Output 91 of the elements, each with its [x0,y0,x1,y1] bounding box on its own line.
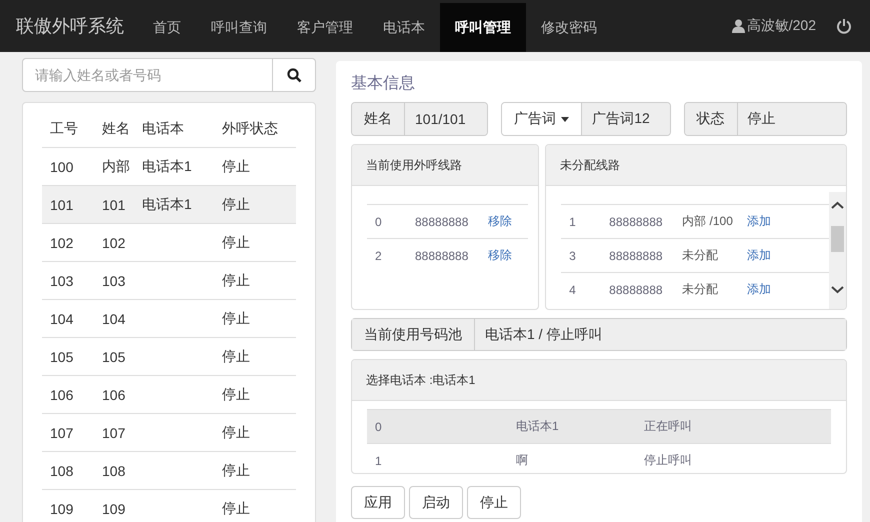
table-cell-text: 88888888 [415,248,470,262]
add-link[interactable]: 添加 [747,213,772,230]
table-cell-text: 108 [102,462,126,478]
agent-row[interactable]: 103 103 停止 [42,261,296,299]
column-header: 外呼状态 [222,120,279,138]
table-cell-text: 104 [102,310,126,326]
table-cell-text: 107 [50,424,74,440]
table-cell-text: 0 [375,420,383,434]
table-cell-text: 停止 [222,310,251,328]
section-title: 基本信息 [351,74,416,94]
search-field[interactable]: 请输入姓名或者号码 [22,58,273,92]
table-cell-text: 停止 [222,386,251,404]
column-header: 电话本 [142,120,185,138]
agent-row[interactable]: 104 104 停止 [42,299,296,337]
table-cell-text: 啊 [516,452,529,470]
table-cell-text: 107 [102,424,126,440]
table-cell-text: 102 [102,234,126,250]
add-link[interactable]: 添加 [747,247,772,264]
table-cell-text: 105 [50,348,74,364]
nav-tab[interactable]: 客户管理 [282,3,368,52]
table-cell-text: 103 [50,272,74,288]
table-cell-text: 88888888 [609,282,664,296]
table-cell-text: 101 [102,196,126,212]
table-cell-text: 停止 [222,462,251,480]
remove-link[interactable]: 移除 [488,213,512,230]
nav-tab[interactable]: 呼叫管理 [440,3,526,52]
table-cell-text: 电话本1 [142,158,193,176]
table-cell-text: 106 [102,386,126,402]
table-cell-text: 88888888 [609,248,664,262]
table-cell-text: 停止 [222,234,251,252]
table-cell-text: 101 [50,196,74,212]
table-cell-text: 105 [102,348,126,364]
table-cell-text: 停止呼叫 [644,452,693,470]
app-title: 联傲外呼系统 [15,15,125,38]
agent-row[interactable]: 101 101 电话本1 停止 [42,185,296,223]
column-header: 姓名 [102,120,131,138]
agent-row[interactable]: 105 105 停止 [42,337,296,375]
table-cell-text: 2 [374,248,383,262]
table-cell-text: 4 [568,282,577,296]
table-cell-text: 停止 [222,272,251,290]
table-cell-text: 104 [50,310,74,326]
nav-tab[interactable]: 呼叫查询 [196,3,282,52]
agent-row[interactable]: 109 109 停止 [42,489,296,522]
table-cell-text: 停止 [222,158,251,176]
table-cell-text: 停止 [222,424,251,442]
table-cell-text: 0 [374,214,383,228]
nav-tab[interactable]: 电话本 [368,3,440,52]
table-cell-text: 正在呼叫 [644,418,693,436]
table-cell-text: 102 [50,234,74,250]
table-cell-text: 电话本1 [516,418,560,436]
agent-row[interactable]: 106 106 停止 [42,375,296,413]
panel-title: 选择电话本 :电话本1 [366,372,476,389]
table-cell-text: 100 [50,158,74,174]
add-link[interactable]: 添加 [747,281,772,298]
column-header: 工号 [50,120,79,138]
user-icon [732,19,745,33]
table-cell-text: 103 [102,272,126,288]
table-cell-text: 109 [102,500,126,516]
table-cell-text: 1 [568,214,577,228]
table-cell-text: 停止 [222,196,251,214]
phonebook-row[interactable]: 0 电话本1 正在呼叫 [367,409,831,444]
table-cell-text: 106 [50,386,74,402]
table-cell-text: 88888888 [415,214,470,228]
table-cell-text: 3 [568,248,577,262]
search-button[interactable] [273,58,316,92]
action-button[interactable]: 停止 [467,486,521,519]
table-cell-text: 未分配 [682,247,720,264]
agent-row[interactable]: 107 107 停止 [42,413,296,451]
nav-tab[interactable]: 修改密码 [526,3,612,52]
nav-tab[interactable]: 首页 [138,3,196,52]
table-cell-text: 108 [50,462,74,478]
user-menu[interactable]: 高波敏/202 [732,0,836,52]
power-icon[interactable] [836,18,852,34]
table-cell-text: 电话本1 [142,196,193,214]
table-cell-text: 停止 [222,500,251,518]
action-button[interactable]: 应用 [351,486,405,519]
action-button[interactable]: 启动 [409,486,463,519]
table-cell-text: 1 [375,454,383,468]
phonebook-row[interactable]: 1 啊 停止呼叫 [367,443,831,473]
panel-title: 未分配线路 [560,156,620,174]
panel-title: 当前使用外呼线路 [366,156,462,174]
table-cell-text: 内部 /100 [682,213,734,230]
agent-row[interactable]: 108 108 停止 [42,451,296,489]
table-cell-text: 停止 [222,348,251,366]
remove-link[interactable]: 移除 [488,247,512,264]
table-cell-text: 88888888 [609,214,664,228]
table-cell-text: 109 [50,500,74,516]
table-cell-text: 内部 [102,158,131,176]
agent-row[interactable]: 102 102 停止 [42,223,296,261]
search-icon [286,68,302,82]
table-cell-text: 未分配 [682,281,720,298]
